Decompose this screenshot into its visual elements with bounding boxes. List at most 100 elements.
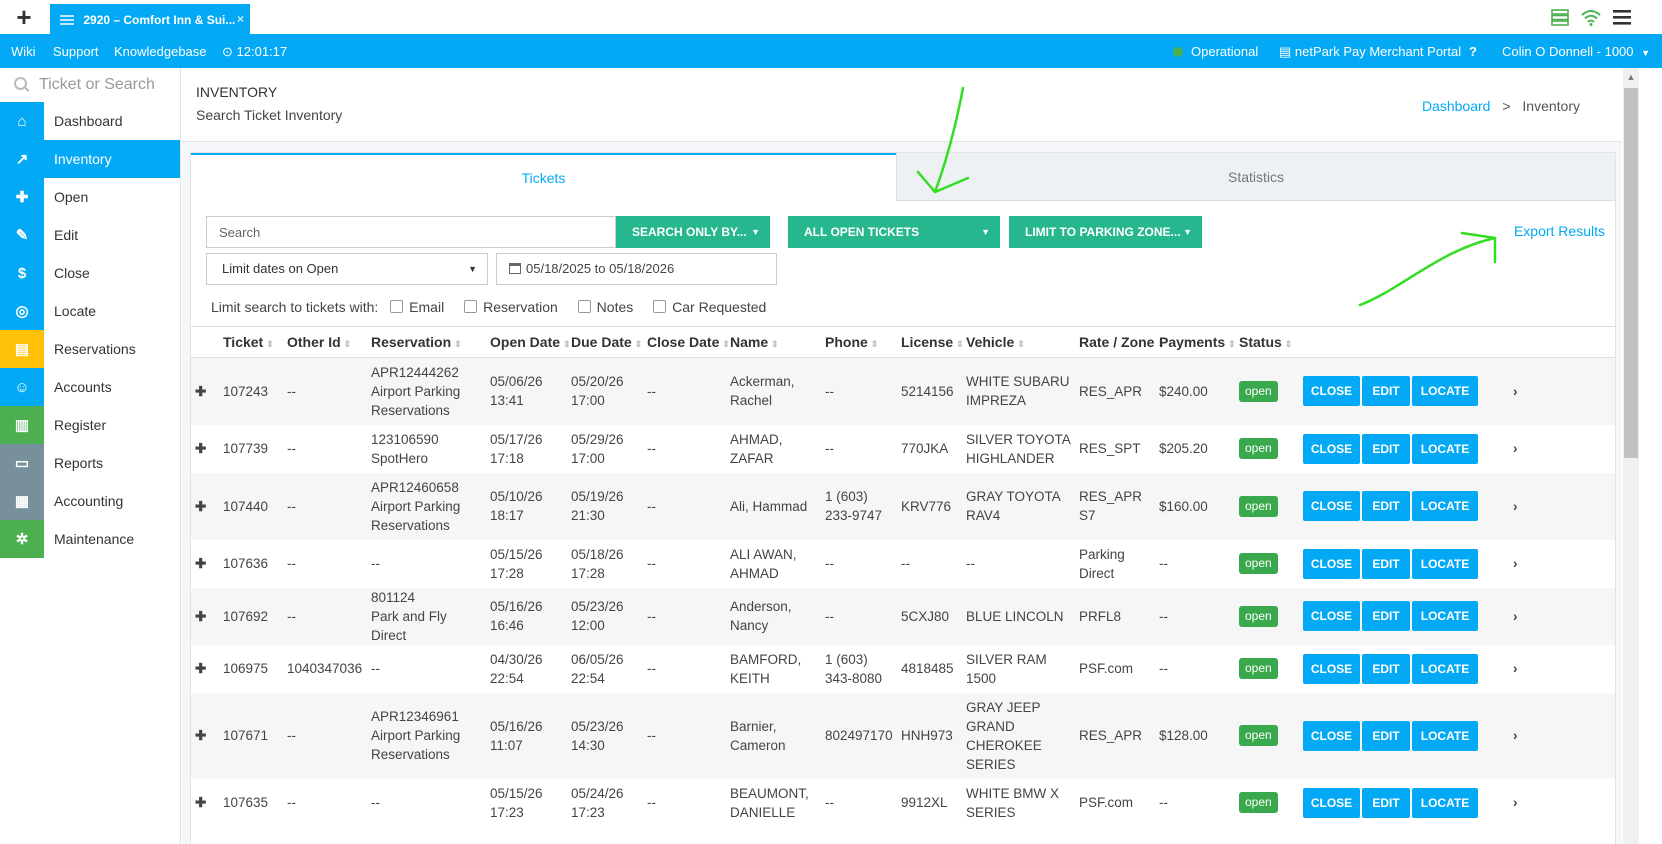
chevron-right-icon[interactable]: › <box>1509 587 1615 645</box>
column-header-open-date[interactable]: Open Date ⇕ <box>486 326 571 358</box>
expand-row-icon[interactable]: ✚ <box>191 540 219 588</box>
reservation-checkbox[interactable] <box>464 300 478 313</box>
edit-button[interactable]: EDIT <box>1362 601 1410 631</box>
chevron-right-icon[interactable]: › <box>1509 540 1615 588</box>
sidebar-item-maintenance[interactable]: ✲ Maintenance <box>0 520 180 558</box>
sidebar-item-inventory[interactable]: ↗ Inventory <box>0 140 180 178</box>
column-header-close-date[interactable]: Close Date ⇕ <box>643 326 730 358</box>
table-row[interactable]: ✚ 107636 -- -- 05/15/26 17:28 05/18/26 17:28 -- A… <box>191 540 1615 588</box>
column-header-status[interactable]: Status ⇕ <box>1235 326 1299 358</box>
locate-button[interactable]: LOCATE <box>1412 720 1478 751</box>
expand-row-icon[interactable]: ✚ <box>191 587 219 645</box>
tab-statistics[interactable]: Statistics <box>896 153 1615 201</box>
locate-button[interactable]: LOCATE <box>1412 433 1478 464</box>
knowledgebase-link[interactable]: Knowledgebase <box>114 44 207 59</box>
system-status[interactable]: Operational <box>1173 44 1258 59</box>
expand-row-icon[interactable]: ✚ <box>191 692 219 779</box>
date-range-input[interactable]: 05/18/2025 to 05/18/2026 <box>496 253 777 285</box>
sidebar-item-dashboard[interactable]: ⌂ Dashboard <box>0 102 180 140</box>
sidebar-item-register[interactable]: ▥ Register <box>0 406 180 444</box>
browser-tab[interactable]: 2920 – Comfort Inn & Sui... × <box>50 4 250 34</box>
column-header-reservation[interactable]: Reservation ⇕ <box>367 326 486 358</box>
expand-row-icon[interactable]: ✚ <box>191 472 219 540</box>
table-row[interactable]: ✚ 107692 -- 801124 Park and Fly Direct 05/16/… <box>191 587 1615 645</box>
car-requested-checkbox[interactable] <box>653 300 667 313</box>
sidebar-item-open[interactable]: ✚ Open <box>0 178 180 216</box>
tab-close-icon[interactable]: × <box>237 4 244 34</box>
close-button[interactable]: CLOSE <box>1303 653 1360 684</box>
table-row[interactable]: ✚ 107440 -- APR12460658 Airport Parking Reser… <box>191 472 1615 540</box>
search-input[interactable] <box>206 216 616 248</box>
user-menu[interactable]: Colin O Donnell - 1000 ▼ <box>1502 44 1650 59</box>
column-header-due-date[interactable]: Due Date ⇕ <box>567 326 643 358</box>
date-limit-select[interactable]: Limit dates on Open ▼ <box>206 253 488 285</box>
column-header-name[interactable]: Name ⇕ <box>726 326 821 358</box>
wifi-icon[interactable] <box>1580 8 1602 26</box>
sidebar-item-close[interactable]: $ Close <box>0 254 180 292</box>
chevron-right-icon[interactable]: › <box>1509 472 1615 540</box>
column-header-phone[interactable]: Phone ⇕ <box>821 326 897 358</box>
expand-row-icon[interactable]: ✚ <box>191 425 219 473</box>
close-button[interactable]: CLOSE <box>1303 787 1360 818</box>
table-row[interactable]: ✚ 107243 -- APR12444262 Airport Parking Reser… <box>191 357 1615 425</box>
tab-tickets[interactable]: Tickets <box>191 153 896 201</box>
column-header-other-id[interactable]: Other Id ⇕ <box>283 326 367 358</box>
email-checkbox[interactable] <box>390 300 404 313</box>
chevron-right-icon[interactable]: › <box>1509 425 1615 473</box>
sidebar-search[interactable]: Ticket or Search <box>0 68 180 102</box>
locate-button[interactable]: LOCATE <box>1412 376 1478 407</box>
edit-button[interactable]: EDIT <box>1362 720 1410 751</box>
column-header-license[interactable]: License ⇕ <box>897 326 964 358</box>
edit-button[interactable]: EDIT <box>1362 653 1410 684</box>
close-button[interactable]: CLOSE <box>1303 548 1360 579</box>
edit-button[interactable]: EDIT <box>1362 433 1410 464</box>
scrollbar-thumb[interactable] <box>1624 88 1638 458</box>
chevron-right-icon[interactable]: › <box>1509 692 1615 779</box>
parking-zone-dropdown[interactable]: LIMIT TO PARKING ZONE... ▼ <box>1009 216 1202 248</box>
wiki-link[interactable]: Wiki <box>11 44 36 59</box>
table-row[interactable]: ✚ 107671 -- APR12346961 Airport Parking Reser… <box>191 692 1615 779</box>
sidebar-item-locate[interactable]: ◎ Locate <box>0 292 180 330</box>
expand-row-icon[interactable]: ✚ <box>191 357 219 425</box>
export-results-link[interactable]: Export Results <box>1514 223 1605 239</box>
sidebar-item-reports[interactable]: ▭ Reports <box>0 444 180 482</box>
chevron-right-icon[interactable]: › <box>1509 645 1615 693</box>
close-button[interactable]: CLOSE <box>1303 433 1360 464</box>
locate-button[interactable]: LOCATE <box>1412 787 1478 818</box>
expand-row-icon[interactable]: ✚ <box>191 645 219 693</box>
sidebar-item-reservations[interactable]: ▤ Reservations <box>0 330 180 368</box>
locate-button[interactable]: LOCATE <box>1412 601 1478 631</box>
new-tab-button[interactable]: + <box>12 4 36 30</box>
sidebar-item-accounts[interactable]: ☺ Accounts <box>0 368 180 406</box>
search-only-by-dropdown[interactable]: SEARCH ONLY BY... ▼ <box>616 216 770 248</box>
edit-button[interactable]: EDIT <box>1362 787 1410 818</box>
support-link[interactable]: Support <box>53 44 99 59</box>
locate-button[interactable]: LOCATE <box>1412 548 1478 579</box>
close-button[interactable]: CLOSE <box>1303 376 1360 407</box>
expand-row-icon[interactable]: ✚ <box>191 779 219 827</box>
help-icon[interactable]: ? <box>1469 44 1477 59</box>
breadcrumb-dashboard-link[interactable]: Dashboard <box>1422 98 1491 114</box>
scroll-up-icon[interactable]: ▲ <box>1624 72 1638 84</box>
locate-button[interactable]: LOCATE <box>1412 653 1478 684</box>
close-button[interactable]: CLOSE <box>1303 601 1360 631</box>
locate-button[interactable]: LOCATE <box>1412 491 1478 521</box>
edit-button[interactable]: EDIT <box>1362 491 1410 521</box>
table-row[interactable]: ✚ 107635 -- -- 05/15/26 17:23 05/24/26 17:23 -- B… <box>191 779 1615 827</box>
column-header-vehicle[interactable]: Vehicle ⇕ <box>962 326 1075 358</box>
merchant-portal-link[interactable]: ▤ netPark Pay Merchant Portal <box>1279 44 1461 60</box>
edit-button[interactable]: EDIT <box>1362 376 1410 407</box>
sidebar-item-accounting[interactable]: ▦ Accounting <box>0 482 180 520</box>
chevron-right-icon[interactable]: › <box>1509 779 1615 827</box>
close-button[interactable]: CLOSE <box>1303 720 1360 751</box>
sidebar-item-edit[interactable]: ✎ Edit <box>0 216 180 254</box>
column-header-rate-zone[interactable]: Rate / Zone ⇕ <box>1075 326 1165 358</box>
hamburger-menu-icon[interactable] <box>1612 8 1632 26</box>
edit-button[interactable]: EDIT <box>1362 548 1410 579</box>
notes-checkbox[interactable] <box>577 300 591 313</box>
column-header-payments[interactable]: Payments ⇕ <box>1155 326 1236 358</box>
column-header-ticket[interactable]: Ticket ⇕ <box>219 326 283 358</box>
close-button[interactable]: CLOSE <box>1303 491 1360 521</box>
ticket-status-dropdown[interactable]: ALL OPEN TICKETS ▼ <box>788 216 1000 248</box>
table-row[interactable]: ✚ 106975 1040347036 -- 04/30/26 22:54 06/05/26… <box>191 645 1615 693</box>
